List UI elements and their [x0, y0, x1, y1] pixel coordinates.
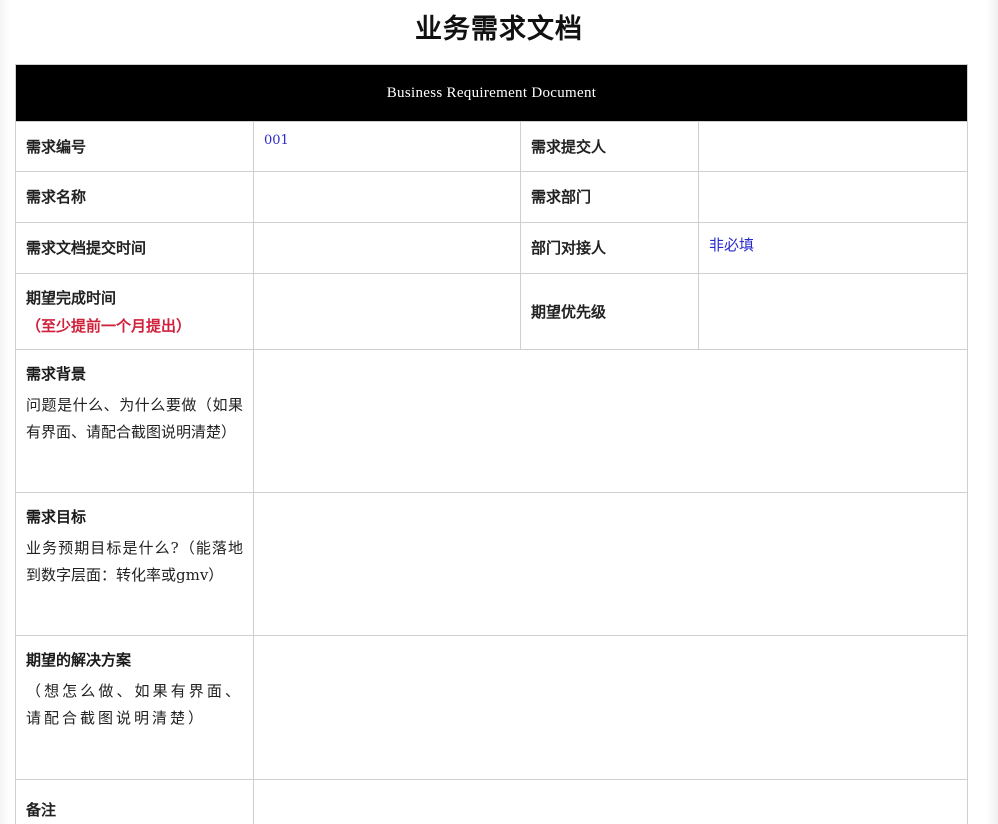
goal-title: 需求目标	[26, 508, 87, 526]
table-banner: Business Requirement Document	[14, 64, 969, 122]
document-title: 业务需求文档	[415, 14, 583, 45]
background-value-cell[interactable]	[252, 349, 969, 493]
goal-description: 业务预期目标是什么?（能落地到数字层面：转化率或gmv）	[26, 539, 243, 584]
table-row: 需求背景 问题是什么、为什么要做（如果有界面、请配合截图说明清楚）	[15, 349, 969, 493]
goal-label-cell: 需求目标 业务预期目标是什么?（能落地到数字层面：转化率或gmv）	[15, 492, 254, 636]
dept-contact-value-cell[interactable]: 非必填	[697, 222, 969, 274]
department-label: 需求部门	[520, 171, 699, 223]
priority-value-cell[interactable]	[697, 273, 969, 350]
background-title: 需求背景	[26, 365, 87, 383]
req-name-value-cell[interactable]	[253, 171, 521, 223]
goal-value-cell[interactable]	[252, 492, 969, 636]
remarks-value-cell[interactable]	[252, 779, 969, 824]
solution-description: （想怎么做、如果有界面、请配合截图说明清楚）	[26, 682, 243, 727]
expected-time-note: （至少提前一个月提出）	[26, 316, 192, 335]
priority-label: 期望优先级	[520, 273, 699, 350]
req-name-label: 需求名称	[15, 171, 254, 223]
background-description: 问题是什么、为什么要做（如果有界面、请配合截图说明清楚）	[26, 396, 243, 441]
submitter-value-cell[interactable]	[697, 121, 969, 172]
table-row: 需求名称 需求部门	[15, 171, 969, 223]
table-row: 期望完成时间 （至少提前一个月提出） 期望优先级	[15, 273, 969, 350]
table-row: 需求文档提交时间 部门对接人 非必填	[15, 222, 969, 274]
department-value-cell[interactable]	[697, 171, 969, 223]
expected-time-label-cell: 期望完成时间 （至少提前一个月提出）	[15, 273, 254, 350]
expected-time-label: 期望完成时间	[26, 288, 117, 307]
table-banner-row: Business Requirement Document	[14, 64, 969, 122]
background-label-cell: 需求背景 问题是什么、为什么要做（如果有界面、请配合截图说明清楚）	[15, 349, 254, 493]
req-id-value-cell[interactable]: 001	[253, 121, 521, 172]
submit-time-label: 需求文档提交时间	[15, 222, 254, 274]
submitter-label: 需求提交人	[520, 121, 699, 172]
document-page: 业务需求文档 Business Requirement Document 需求编…	[0, 0, 998, 824]
solution-title: 期望的解决方案	[26, 651, 132, 669]
table-row: 备注	[15, 779, 969, 824]
solution-value-cell[interactable]	[252, 635, 969, 780]
expected-time-value-cell[interactable]	[253, 273, 521, 350]
remarks-label: 备注	[15, 779, 254, 824]
table-row: 需求目标 业务预期目标是什么?（能落地到数字层面：转化率或gmv）	[15, 492, 969, 636]
solution-label-cell: 期望的解决方案 （想怎么做、如果有界面、请配合截图说明清楚）	[15, 635, 254, 780]
req-id-label: 需求编号	[15, 121, 254, 172]
table-row: 期望的解决方案 （想怎么做、如果有界面、请配合截图说明清楚）	[15, 635, 969, 780]
submit-time-value-cell[interactable]	[253, 222, 521, 274]
requirement-table: Business Requirement Document 需求编号 001 需…	[14, 64, 969, 824]
dept-contact-label: 部门对接人	[520, 222, 699, 274]
table-row: 需求编号 001 需求提交人	[15, 121, 969, 172]
